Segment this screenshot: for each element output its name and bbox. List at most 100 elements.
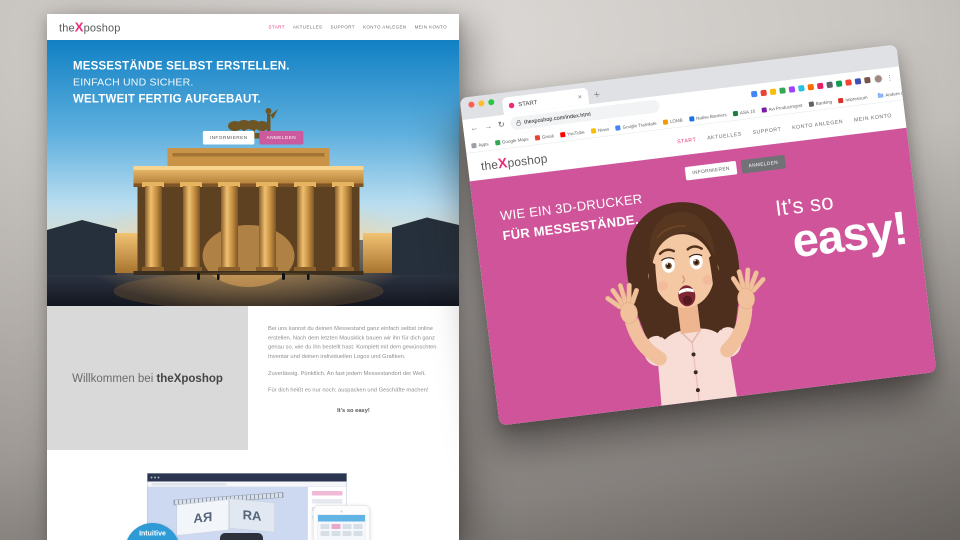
nav-item-konto-anlegen[interactable]: KONTO ANLEGEN [792,118,844,130]
anmelden-button[interactable]: ANMELDEN [260,131,304,145]
other-bookmarks-button[interactable]: Andere Lesezeichen [878,87,904,98]
nav-item-start[interactable]: START [269,25,285,30]
extension-icon[interactable] [826,81,833,88]
informieren-button[interactable]: INFORMIEREN [203,131,255,145]
zoom-window-button[interactable] [488,99,495,106]
grid-cell [354,524,363,529]
nav-item-start[interactable]: START [677,137,697,145]
profile-avatar[interactable] [873,74,883,84]
bookmark-label: LOMB [670,117,683,124]
hero-line3: WELTWEIT FERTIG AUFGEBAUT. [73,90,290,107]
bookmark-favicon [761,107,767,113]
bookmark-item[interactable]: YouTube [560,129,585,137]
bookmark-item[interactable]: Google Maps [495,136,529,145]
bookmark-item[interactable]: Gmail [535,133,554,140]
bookmark-favicon [535,135,541,141]
nav-item-aktuelles[interactable]: AKTUELLES [293,25,323,30]
extension-icon[interactable] [807,84,814,91]
reload-icon[interactable]: ↻ [498,121,506,130]
nav-item-aktuelles[interactable]: AKTUELLES [707,131,742,141]
extension-icon[interactable] [864,77,871,84]
site-header: theXposhop START AKTUELLES SUPPORT KONTO… [47,14,459,40]
url-text: thexposhop.com/index.html [524,111,591,125]
welcome-section: Willkommen bei theXposhop Bei uns kannst… [47,306,459,450]
hero-line2: EINFACH UND SICHER. [73,74,290,90]
hero-buttons: INFORMIEREN ANMELDEN [203,131,303,145]
extension-icon[interactable] [817,83,824,90]
grid-cell [321,531,330,536]
bookmark-favicon [471,143,477,149]
bookmark-label: Google Maps [502,136,529,144]
welcome-tagline: It's so easy! [268,406,439,415]
window-dot-icon [158,477,160,479]
welcome-copy-panel: Bei uns kannst du deinen Messestand ganz… [248,306,459,450]
new-tab-button[interactable]: ＋ [593,89,602,100]
logo-x: X [75,19,84,34]
logo-pre: the [59,21,75,34]
tab-close-icon[interactable]: ✕ [577,93,582,100]
tablet-app-grid [318,522,365,539]
extension-icon[interactable] [798,85,805,92]
bookmark-item[interactable]: Apps [471,141,489,148]
nav-item-mein-konto[interactable]: MEIN KONTO [854,113,893,124]
product-collage-section: RA RA Intuitive [47,450,459,540]
nav-item-konto-anlegen[interactable]: KONTO ANLEGEN [363,25,407,30]
extension-icon[interactable] [789,86,796,93]
extension-icon[interactable] [760,90,767,97]
bookmark-label: Native Banners [696,112,727,121]
nav-item-mein-konto[interactable]: MEIN KONTO [415,25,447,30]
pink-hero-section: WIE EIN 3D-DRUCKER FÜR MESSESTÄNDE. INFO… [470,128,937,426]
window-controls [468,99,495,108]
welcome-heading-panel: Willkommen bei theXposhop [47,306,248,450]
bookmark-item[interactable]: ASA.10 [733,108,756,116]
bookmark-item[interactable]: Banking [809,99,833,107]
bookmark-favicon [809,101,815,107]
thexposhop-logo[interactable]: theXposhop [480,150,548,174]
bookmark-item[interactable]: Avi Productmgmt [761,103,802,113]
badge-label: Intuitive [139,529,166,540]
bookmark-item[interactable]: LOMB [663,117,683,124]
nav-item-support[interactable]: SUPPORT [752,126,781,135]
bookmark-item[interactable]: News [591,126,610,133]
welcome-heading-regular: Willkommen bei [72,371,156,384]
bookmarks-right-group: Andere Lesezeichen Leseliste [874,86,903,99]
window-dot-icon [151,477,153,479]
bookmark-item[interactable]: Impressum [838,95,868,104]
panel-row [312,499,343,504]
informieren-button[interactable]: INFORMIEREN [685,161,738,181]
bookmark-favicon [838,98,844,104]
logo-post: poshop [507,152,549,170]
bookmark-favicon [495,140,501,146]
nav-item-support[interactable]: SUPPORT [330,25,354,30]
extension-icon[interactable] [855,78,862,85]
back-icon[interactable]: ← [470,124,479,133]
anmelden-button[interactable]: ANMELDEN [741,155,786,174]
marketing-scene: theXposhop START AKTUELLES SUPPORT KONTO… [0,0,960,540]
extension-icon[interactable] [779,87,786,94]
extension-icon[interactable] [770,88,777,95]
browser-menu-icon[interactable]: ⋮ [886,73,894,82]
forward-icon[interactable]: → [484,122,493,131]
thexposhop-logo[interactable]: theXposhop [59,19,121,35]
its-so-easy-headline: It's so easy! [774,181,910,270]
bookmark-favicon [689,116,695,122]
close-window-button[interactable] [468,101,475,108]
extension-icon[interactable] [751,91,758,98]
grid-cell [343,531,352,536]
bookmark-label: ASA.10 [740,108,756,115]
window-dot-icon [154,477,156,479]
extension-icon[interactable] [836,80,843,87]
editor-titlebar [148,474,347,482]
folder-icon [878,93,884,98]
extension-icon[interactable] [845,79,852,86]
tablet-screen [318,515,366,540]
grid-cell [321,524,330,529]
minimize-window-button[interactable] [478,100,485,107]
hero-buttons: INFORMIEREN ANMELDEN [685,155,786,181]
bookmark-item[interactable]: Google Translate [615,120,657,130]
bookmark-label: Avi Productmgmt [768,103,803,112]
tablet-mockup [313,505,370,540]
other-bookmarks-label: Andere Lesezeichen [885,87,903,97]
bookmark-item[interactable]: Native Banners [689,112,727,122]
tab-title: START [518,99,538,108]
